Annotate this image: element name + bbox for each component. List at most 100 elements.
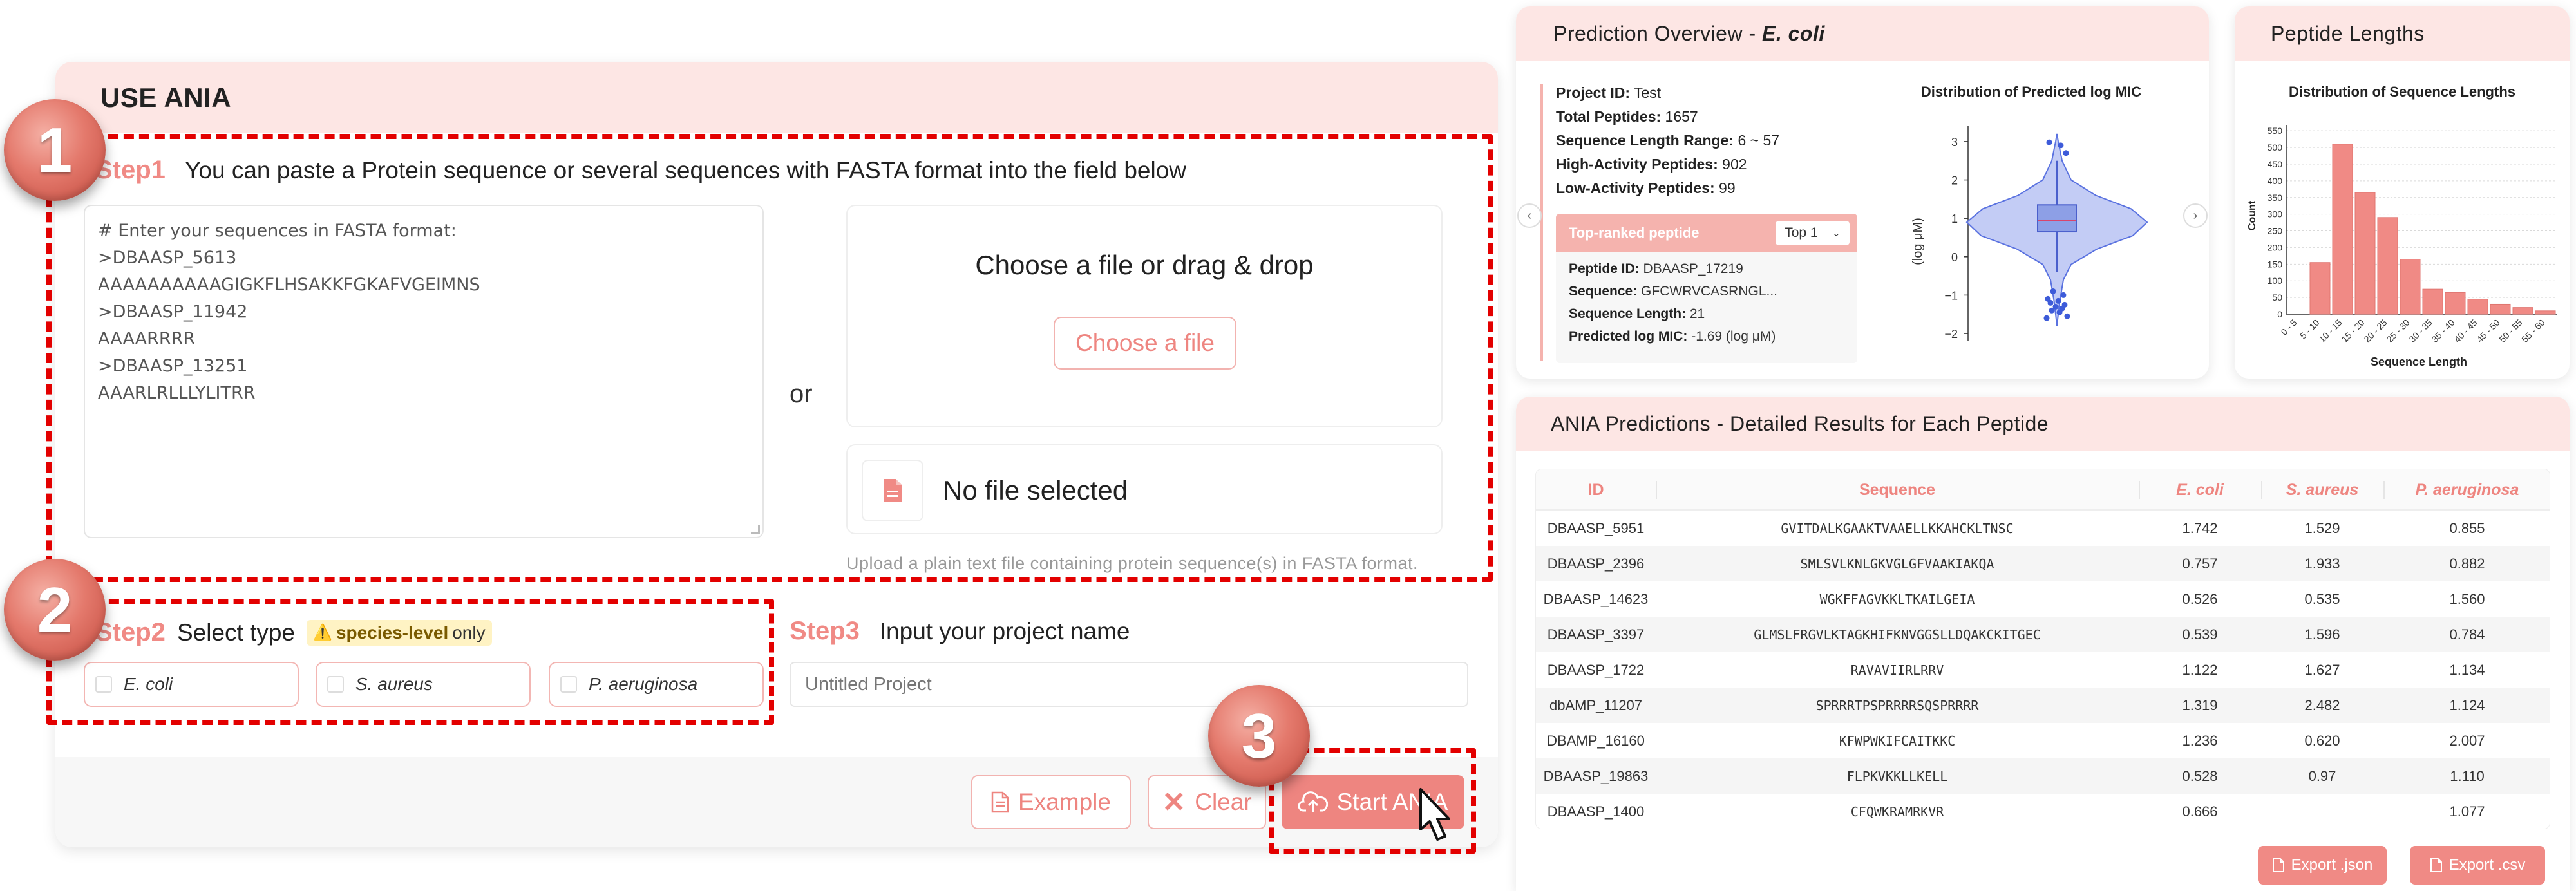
cell-ecoli: 1.122 xyxy=(2182,661,2218,678)
range-line: Sequence Length Range: 6 ~ 57 xyxy=(1556,129,1779,153)
step3-text: Input your project name xyxy=(879,618,1130,644)
next-chart-button[interactable]: › xyxy=(2183,203,2208,228)
prev-chart-button[interactable]: ‹ xyxy=(1517,203,1542,228)
hist-x-tick-label: 10 - 15 xyxy=(2316,317,2344,344)
hist-y-tick-label: 0 xyxy=(2277,309,2282,319)
violin-y-tick-label: −2 xyxy=(1944,328,1958,341)
histogram-x-label: Sequence Length xyxy=(2371,355,2467,368)
hist-y-tick-label: 300 xyxy=(2268,209,2283,220)
violin-box xyxy=(2037,204,2077,233)
violin-outlier xyxy=(2064,313,2070,319)
table-body: DBAASP_5951 GVITDALKGAAKTVAAELLKKAHCKLTNS… xyxy=(1536,511,2550,829)
value: 21 xyxy=(1689,306,1705,321)
violin-chart-title: Distribution of Predicted log MIC xyxy=(1921,84,2141,100)
col-header-saureus[interactable]: S. aureus xyxy=(2261,469,2383,511)
cell-saureus: 0.535 xyxy=(2304,590,2340,607)
cell-id: dbAMP_11207 xyxy=(1549,697,1642,713)
hist-bar xyxy=(2332,144,2353,315)
hist-bar xyxy=(2490,303,2511,315)
cell-paeruginosa: 1.077 xyxy=(2449,803,2485,820)
cell-paeruginosa: 0.882 xyxy=(2449,555,2485,572)
cell-sequence: RAVAVIIRLRRV xyxy=(1850,662,1944,678)
value: GFCWRVCASRNGL... xyxy=(1641,284,1778,299)
lengths-title: Peptide Lengths xyxy=(2271,22,2425,45)
clear-label: Clear xyxy=(1195,789,1252,815)
cell-sequence: KFWPWKIFCAITKKC xyxy=(1839,733,1956,749)
cell-sequence: WGKFFAGVKKLTKAILGEIA xyxy=(1819,591,1975,607)
hist-y-tick-label: 200 xyxy=(2268,242,2283,252)
low-line: Low-Activity Peptides: 99 xyxy=(1556,176,1779,200)
value: -1.69 (log μM) xyxy=(1691,329,1776,344)
col-header-ecoli[interactable]: E. coli xyxy=(2139,469,2261,511)
peptide-lengths-panel: Peptide Lengths Distribution of Sequence… xyxy=(2235,6,2570,379)
col-header-sequence[interactable]: Sequence xyxy=(1656,469,2139,511)
histogram-title: Distribution of Sequence Lengths xyxy=(2289,84,2515,100)
value: DBAASP_17219 xyxy=(1643,261,1743,276)
hist-y-tick-label: 400 xyxy=(2268,176,2283,186)
top-ranked-details: Peptide ID: DBAASP_17219 Sequence: GFCWR… xyxy=(1569,258,1777,348)
violin-chart: Distribution of Predicted log MIC (log μ… xyxy=(1911,84,2148,341)
cell-paeruginosa: 0.784 xyxy=(2449,626,2485,642)
hist-bar xyxy=(2467,299,2488,315)
sequence-line: Sequence: GFCWRVCASRNGL... xyxy=(1569,280,1777,303)
cell-ecoli: 0.666 xyxy=(2182,803,2218,820)
step1-highlight xyxy=(46,134,1493,582)
cell-saureus: 0.620 xyxy=(2304,732,2340,749)
hist-bar xyxy=(2377,217,2398,315)
cell-id: DBAASP_2396 xyxy=(1547,555,1645,572)
table-row: DBAASP_5951 GVITDALKGAAKTVAAELLKKAHCKLTNS… xyxy=(1536,511,2550,546)
export-json-button[interactable]: Export .json xyxy=(2258,846,2387,885)
table-row: DBAASP_3397 GLMSLFRGVLKTAGKHIFKNVGGSLLDQA… xyxy=(1536,617,2550,652)
example-label: Example xyxy=(1018,789,1111,815)
top-rank-select-value: Top 1 xyxy=(1785,225,1818,240)
hist-bar xyxy=(2400,259,2421,315)
col-header-id[interactable]: ID xyxy=(1536,469,1656,511)
cell-id: DBAASP_3397 xyxy=(1547,626,1645,642)
violin-outlier xyxy=(2063,150,2069,156)
example-button[interactable]: Example xyxy=(971,775,1131,829)
cell-saureus: 0.97 xyxy=(2308,767,2336,784)
label: Project ID: xyxy=(1556,84,1631,101)
cell-paeruginosa: 1.124 xyxy=(2449,697,2485,713)
marker-2: 2 xyxy=(4,559,106,661)
cell-sequence: SMLSVLKNLGKVGLGFVAAKIAKQA xyxy=(1800,556,1994,572)
export-csv-button[interactable]: Export .csv xyxy=(2410,846,2545,885)
results-panel: ANIA Predictions - Detailed Results for … xyxy=(1516,397,2570,891)
export-json-label: Export .json xyxy=(2291,856,2373,874)
project-id-line: Project ID: Test xyxy=(1556,81,1779,105)
label: High-Activity Peptides: xyxy=(1556,156,1718,173)
violin-outlier xyxy=(2056,309,2063,315)
marker-1: 1 xyxy=(4,99,106,201)
violin-outlier xyxy=(2046,139,2052,145)
hist-y-tick-label: 50 xyxy=(2272,292,2282,303)
violin-outlier xyxy=(2043,315,2050,321)
cell-saureus: 1.596 xyxy=(2304,626,2340,642)
cell-saureus: 1.627 xyxy=(2304,661,2340,678)
cell-saureus: 1.529 xyxy=(2304,520,2340,536)
cell-paeruginosa: 1.110 xyxy=(2450,767,2485,784)
violin-outlier xyxy=(2049,307,2055,314)
overview-title: Prediction Overview - E. coli xyxy=(1553,22,1825,46)
cell-id: DBAASP_19863 xyxy=(1543,767,1649,784)
cell-paeruginosa: 1.134 xyxy=(2449,661,2485,678)
violin-y-tick-label: 1 xyxy=(1951,212,1958,225)
label: Peptide ID: xyxy=(1569,261,1640,276)
peptide-id-line: Peptide ID: DBAASP_17219 xyxy=(1569,258,1777,280)
col-header-paeruginosa[interactable]: P. aeruginosa xyxy=(2383,469,2550,511)
chevron-down-icon: ⌄ xyxy=(1832,228,1841,239)
overview-title-species: E. coli xyxy=(1761,22,1825,45)
cell-ecoli: 1.236 xyxy=(2182,732,2218,749)
cell-paeruginosa: 0.855 xyxy=(2449,520,2485,536)
violin-y-tick-label: 0 xyxy=(1951,251,1958,264)
histogram-y-label: Count xyxy=(2247,200,2258,230)
document-icon xyxy=(2272,858,2284,872)
cell-sequence: GLMSLFRGVLKTAGKHIFKNVGGSLLDQAKCKITGEC xyxy=(1754,626,2041,642)
top-rank-select[interactable]: Top 1 ⌄ xyxy=(1776,221,1850,245)
hist-bar xyxy=(2512,307,2533,315)
project-name-input[interactable]: Untitled Project xyxy=(790,662,1468,707)
table-row: DBAASP_1722 RAVAVIIRLRRV 1.122 1.627 1.134 xyxy=(1536,652,2550,688)
document-icon xyxy=(991,791,1009,813)
cell-sequence: CFQWKRAMRKVR xyxy=(1850,803,1944,820)
hist-x-tick-label: 45 - 50 xyxy=(2474,317,2501,344)
top-ranked-label: Top-ranked peptide xyxy=(1569,225,1700,241)
